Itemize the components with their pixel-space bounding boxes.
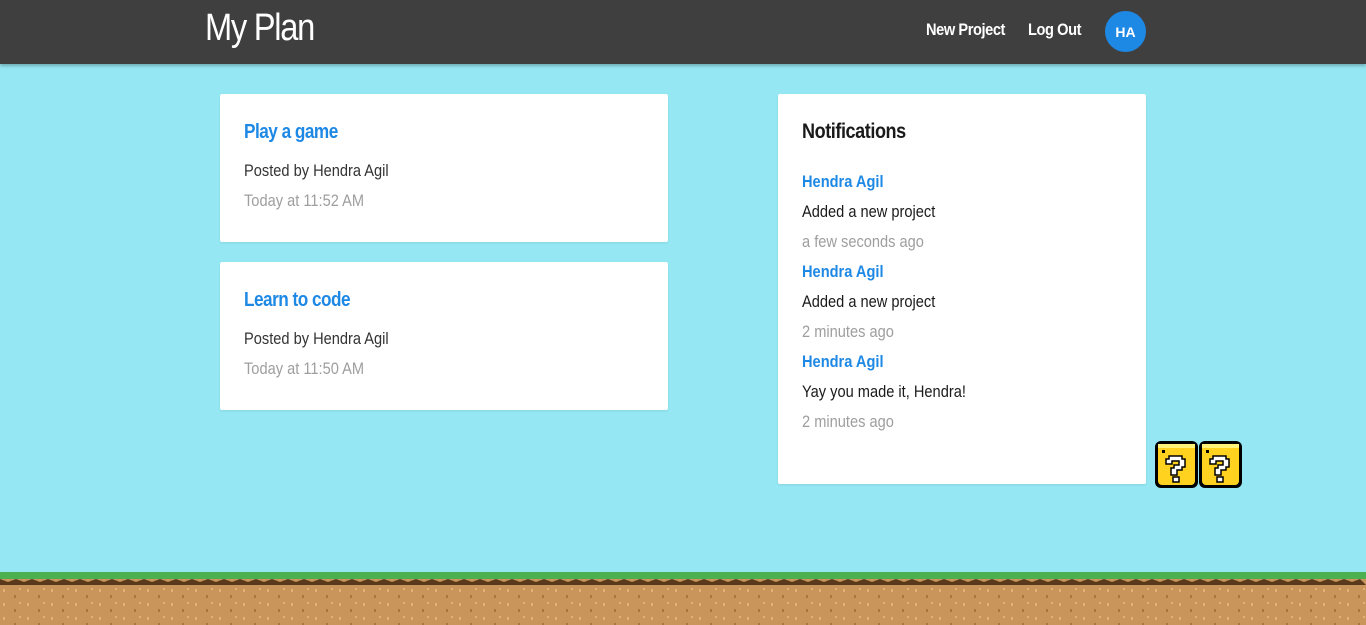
project-timestamp: Today at 11:52 AM <box>244 191 365 210</box>
notification-item: Hendra Agil Added a new project a few se… <box>802 172 1132 262</box>
grass-ground-decoration <box>0 572 1366 625</box>
notifications-panel: Notifications Hendra Agil Added a new pr… <box>778 94 1146 484</box>
notification-user-link[interactable]: Hendra Agil <box>802 172 884 192</box>
project-title-link[interactable]: Play a game <box>244 121 338 144</box>
question-block-icon <box>1155 441 1198 488</box>
project-author: Posted by Hendra Agil <box>244 329 389 348</box>
navbar: My Plan New Project Log Out HA <box>0 0 1366 64</box>
project-timestamp: Today at 11:50 AM <box>244 359 365 378</box>
notification-item: Hendra Agil Added a new project 2 minute… <box>802 262 1132 352</box>
notifications-heading: Notifications <box>802 120 906 143</box>
notification-user-link[interactable]: Hendra Agil <box>802 262 884 282</box>
project-author: Posted by Hendra Agil <box>244 161 389 180</box>
notification-message: Yay you made it, Hendra! <box>802 382 966 401</box>
notification-time: a few seconds ago <box>802 232 924 251</box>
notification-message: Added a new project <box>802 202 936 221</box>
notification-time: 2 minutes ago <box>802 322 894 341</box>
notification-time: 2 minutes ago <box>802 412 894 431</box>
question-block-icon <box>1155 441 1242 488</box>
brand-logo[interactable]: My Plan <box>205 7 315 50</box>
project-title-link[interactable]: Learn to code <box>244 289 351 312</box>
project-card: Learn to code Posted by Hendra Agil Toda… <box>220 262 668 410</box>
notification-message: Added a new project <box>802 292 936 311</box>
notification-list: Hendra Agil Added a new project a few se… <box>802 172 1132 442</box>
new-project-link[interactable]: New Project <box>926 20 1005 40</box>
question-block-icon <box>1199 441 1242 488</box>
user-avatar[interactable]: HA <box>1105 11 1146 52</box>
notification-item: Hendra Agil Yay you made it, Hendra! 2 m… <box>802 352 1132 442</box>
log-out-link[interactable]: Log Out <box>1028 20 1081 40</box>
project-card: Play a game Posted by Hendra Agil Today … <box>220 94 668 242</box>
notification-user-link[interactable]: Hendra Agil <box>802 352 884 372</box>
